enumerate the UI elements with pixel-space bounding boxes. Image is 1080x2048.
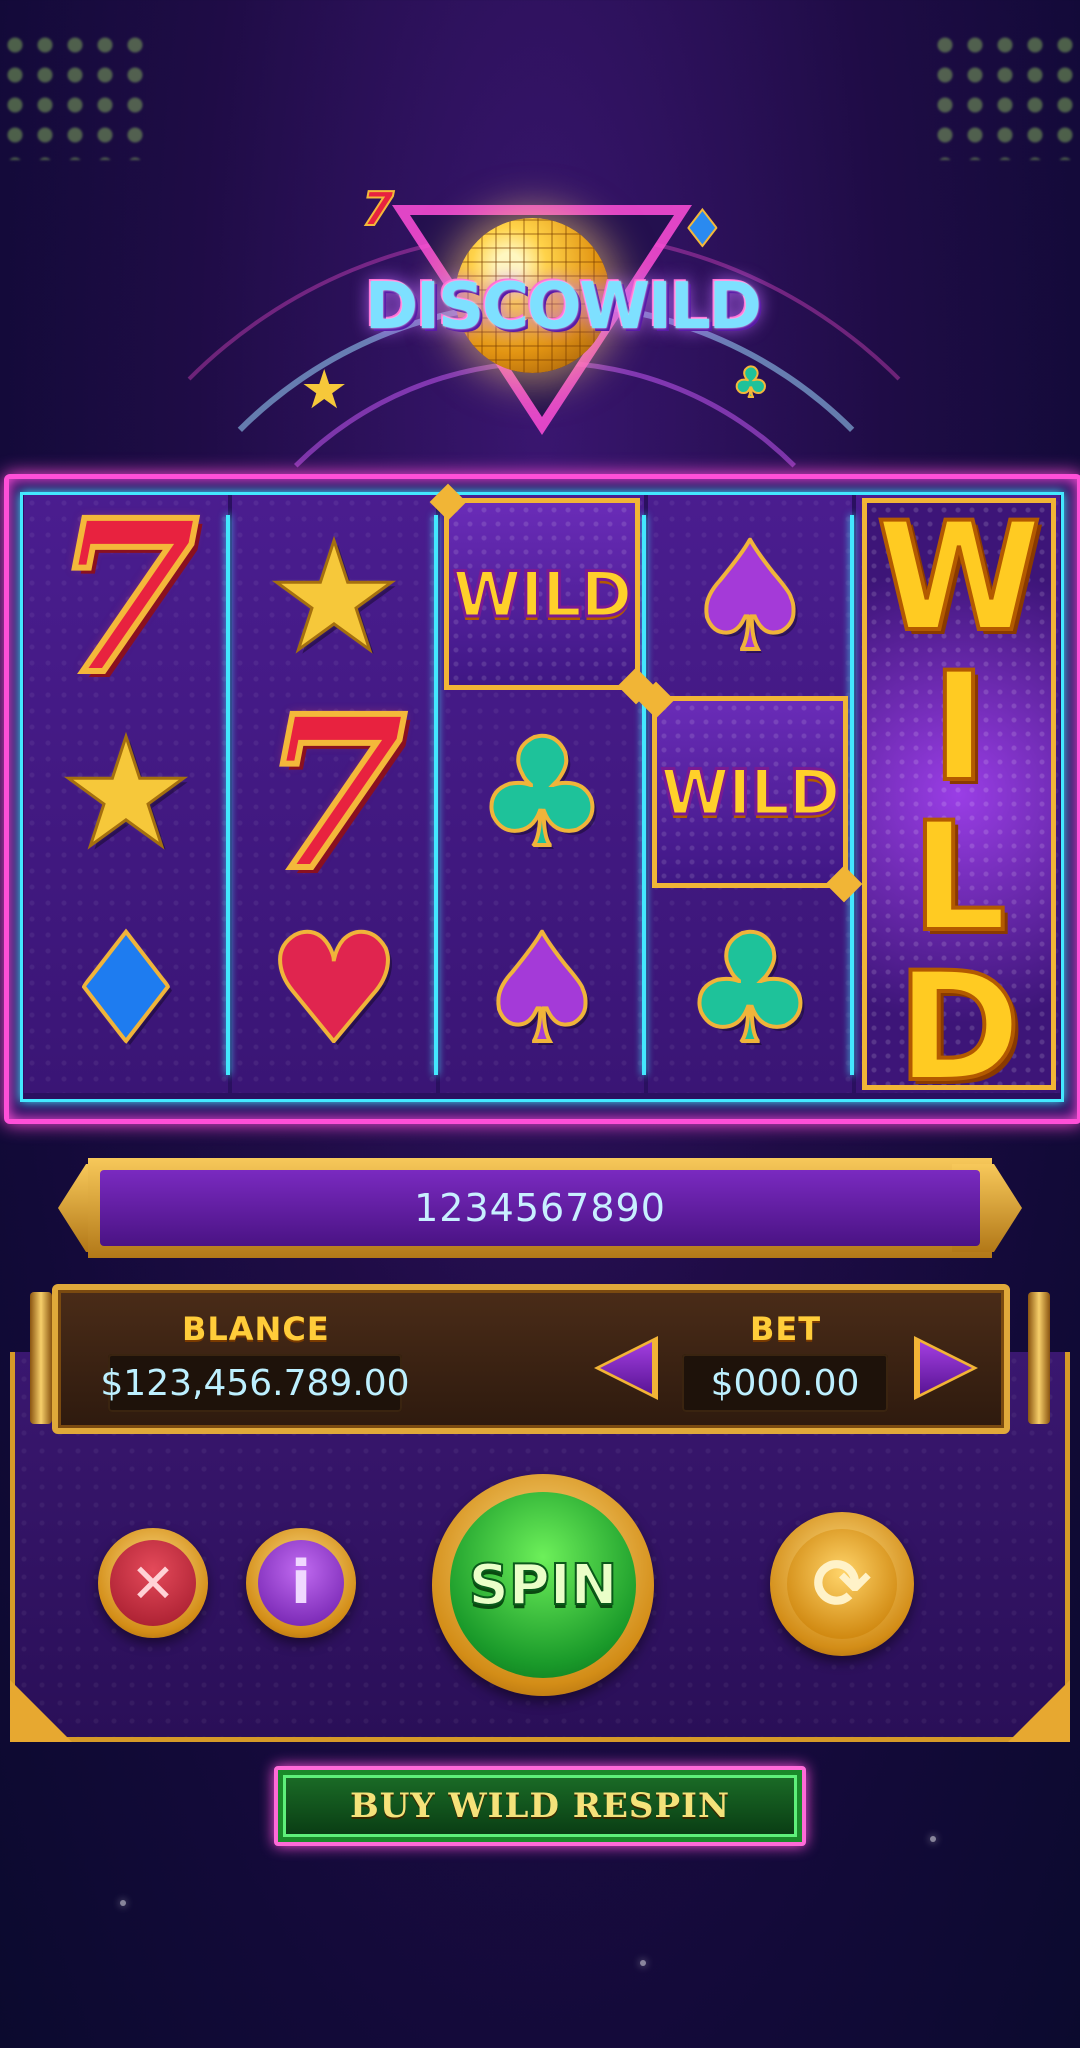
symbol-wild: WILD	[444, 498, 640, 690]
seven-icon: 7	[50, 474, 202, 721]
symbol-diamond: ♦	[26, 892, 226, 1088]
info-bar-pillar-left	[30, 1292, 52, 1424]
symbol-seven: 7	[234, 686, 434, 902]
spin-label: SPIN	[467, 1552, 618, 1619]
reel-divider	[226, 515, 230, 1075]
club-icon: ♣	[473, 707, 611, 881]
refresh-icon: ⟳	[812, 1543, 872, 1625]
wild-label: WILD	[659, 754, 841, 830]
wild-letter: L	[909, 791, 1009, 965]
diamond-icon: ♦	[57, 903, 195, 1077]
buy-button-label: BUY WILD RESPIN	[349, 1786, 731, 1826]
info-button[interactable]: i	[246, 1528, 356, 1638]
reel-divider	[642, 515, 646, 1075]
seven-icon: 7	[258, 670, 410, 917]
spade-icon: ♠	[681, 511, 819, 685]
bet-label: BET	[750, 1310, 822, 1348]
panel-corner-left	[10, 1680, 72, 1742]
logo-club-icon: ♣	[731, 357, 771, 408]
symbol-club: ♣	[650, 892, 850, 1088]
symbol-stars: ★	[26, 696, 226, 892]
wild-letter: I	[929, 641, 989, 815]
logo-diamond-icon: ♦	[679, 199, 726, 259]
sparkle	[930, 1836, 936, 1842]
buy-wild-respin-button[interactable]: BUY WILD RESPIN	[274, 1766, 806, 1846]
symbol-wild: WILD	[652, 696, 848, 888]
panel-corner-right	[1008, 1680, 1070, 1742]
game-logo: DISCOWILD 7 ♦ ★ ♣	[0, 0, 1080, 460]
symbol-spade: ♠	[650, 500, 850, 696]
balance-label: BLANCE	[182, 1310, 330, 1348]
info-icon: i	[290, 1548, 312, 1618]
bet-value: $000.00	[682, 1354, 888, 1412]
symbol-seven: 7	[26, 490, 226, 706]
reel-divider	[850, 515, 854, 1075]
message-bar-inner: 1234567890	[100, 1170, 980, 1246]
stars-icon: ★	[57, 707, 194, 881]
reel-divider	[434, 515, 438, 1075]
sparkle	[640, 1960, 646, 1966]
wild-letter: W	[874, 491, 1043, 665]
spin-button[interactable]: SPIN	[432, 1474, 654, 1696]
spade-icon: ♠	[473, 903, 611, 1077]
close-button[interactable]: ✕	[98, 1528, 208, 1638]
logo-title: DISCOWILD	[365, 270, 762, 344]
wild-label: WILD	[451, 556, 633, 632]
buy-button-inner: BUY WILD RESPIN	[283, 1775, 797, 1837]
info-bar-pillar-right	[1028, 1292, 1050, 1424]
logo-seven-icon: 7	[361, 181, 395, 237]
expanded-wild: W I L D	[862, 491, 1056, 1105]
logo-star-icon: ★	[300, 358, 349, 421]
symbol-spade: ♠	[442, 892, 642, 1088]
stars-icon: ★	[265, 511, 402, 685]
message-bar: 1234567890	[58, 1158, 1022, 1258]
close-icon: ✕	[130, 1551, 176, 1615]
symbol-stars: ★	[234, 500, 434, 696]
balance-value: $123,456.789.00	[100, 1354, 410, 1412]
club-icon: ♣	[681, 903, 819, 1077]
sparkle	[120, 1900, 126, 1906]
symbol-heart: ♥	[234, 892, 434, 1088]
message-text: 1234567890	[414, 1186, 666, 1230]
symbol-club: ♣	[442, 696, 642, 892]
heart-icon: ♥	[265, 903, 403, 1077]
autoplay-button[interactable]: ⟳	[770, 1512, 914, 1656]
wild-letter: D	[895, 941, 1024, 1115]
